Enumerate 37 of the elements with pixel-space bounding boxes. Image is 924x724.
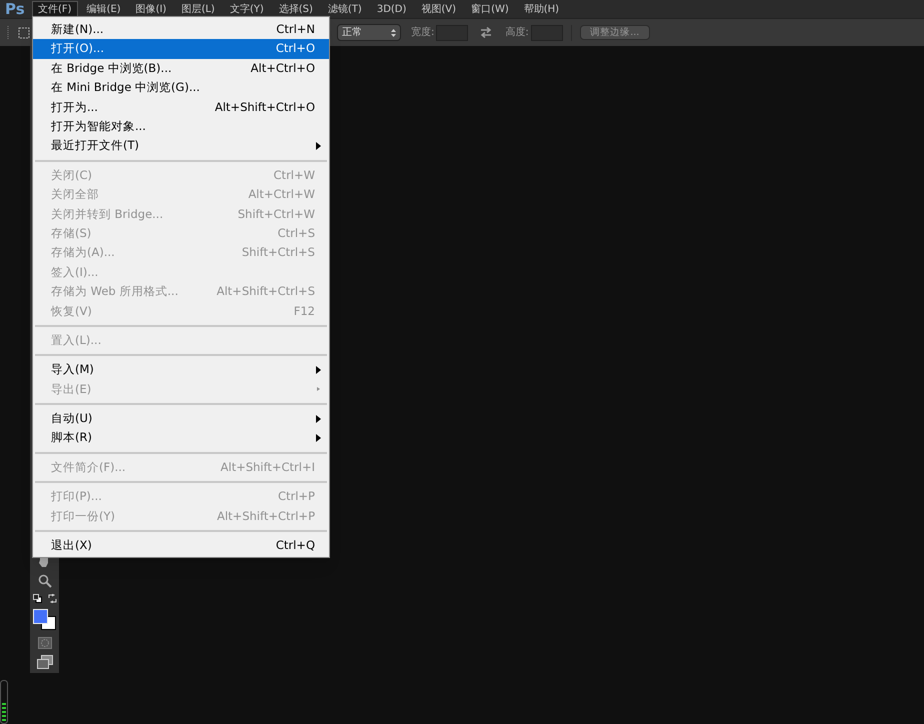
dropdown-caret-icon [391, 28, 396, 36]
marquee-icon[interactable] [18, 26, 30, 38]
menu-item[interactable]: 打开(O)... Ctrl+O [33, 39, 329, 59]
menu-item[interactable]: 脚本(R) [33, 428, 329, 448]
swap-colors-icon[interactable] [48, 594, 56, 603]
menu-item[interactable]: 打开为智能对象... [33, 116, 329, 136]
zoom-icon[interactable] [38, 574, 52, 588]
menu-bar-item[interactable]: 帮助(H) [518, 1, 566, 17]
width-label: 宽度: [411, 26, 434, 40]
menu-bar-item[interactable]: 3D(D) [370, 1, 412, 17]
menu-bar-item[interactable]: 滤镜(T) [322, 1, 368, 17]
menu-bar-item[interactable]: 视图(V) [415, 1, 462, 17]
default-colors-icon[interactable] [32, 594, 42, 603]
menu-bar-item[interactable]: 图像(I) [130, 1, 172, 17]
menu-item[interactable]: 最近打开文件(T) [33, 136, 329, 156]
menu-item[interactable]: 在 Bridge 中浏览(B)... Alt+Ctrl+O [33, 58, 329, 78]
menu-item[interactable]: 退出(X) Ctrl+Q [33, 536, 329, 556]
color-swatch-icon[interactable] [32, 609, 56, 631]
menu-bar-item[interactable]: 选择(S) [272, 1, 319, 17]
app-logo: Ps [5, 2, 25, 16]
level-meter-icon [0, 680, 9, 724]
swap-icon[interactable] [480, 27, 492, 38]
menu-item[interactable]: 新建(N)... Ctrl+N [33, 20, 329, 40]
style-dropdown[interactable]: 正常 [337, 24, 401, 41]
menu-item[interactable]: 导入(M) [33, 360, 329, 380]
menu-item[interactable]: 打开为... Alt+Shift+Ctrl+O [33, 98, 329, 117]
menu-item[interactable]: 在 Mini Bridge 中浏览(G)... [33, 78, 329, 98]
menu-bar-item[interactable]: 窗口(W) [465, 1, 515, 17]
screen-mode-icon[interactable] [36, 655, 52, 669]
menu-bar-item[interactable]: 编辑(E) [80, 1, 127, 17]
height-label: 高度: [505, 26, 529, 40]
menu-item[interactable]: 自动(U) [33, 409, 329, 428]
menu-bar-item[interactable]: 文件(F) [32, 1, 78, 17]
menu-bar-item[interactable]: 图层(L) [175, 1, 221, 17]
quick-mask-icon[interactable] [38, 637, 52, 649]
grip-icon [7, 26, 10, 40]
menu-bar-item[interactable]: 文字(Y) [224, 1, 270, 17]
